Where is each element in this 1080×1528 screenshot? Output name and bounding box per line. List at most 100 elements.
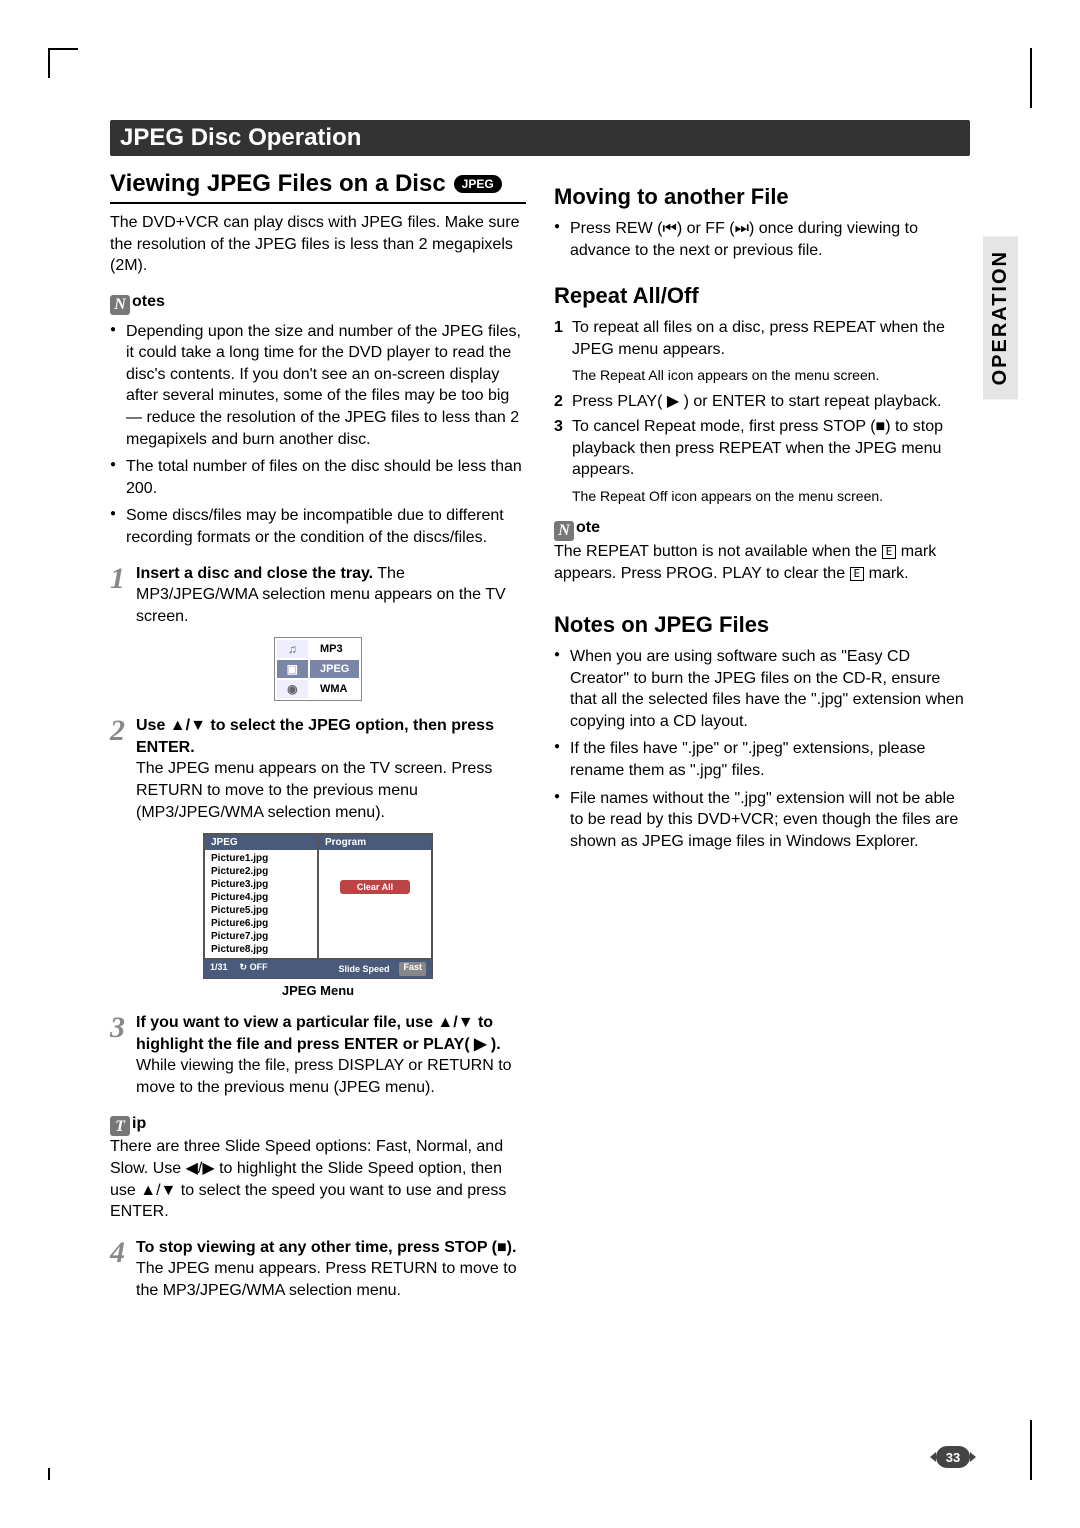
list-item: 1 To repeat all files on a disc, press RE… bbox=[554, 317, 970, 360]
list-item: Picture1.jpg bbox=[209, 852, 313, 865]
note-label: ote bbox=[576, 519, 600, 536]
list-item: Picture3.jpg bbox=[209, 878, 313, 891]
selection-item: JPEG bbox=[310, 660, 359, 678]
selection-menu-row: ◉WMA bbox=[277, 680, 360, 698]
step-4: 4 To stop viewing at any other time, pre… bbox=[110, 1237, 526, 1302]
list-item: Press REW (⏮) or FF (⏭) once during view… bbox=[554, 218, 970, 261]
heading-repeat: Repeat All/Off bbox=[554, 283, 970, 309]
jpeg-menu-left-pane: JPEG Picture1.jpg Picture2.jpg Picture3.… bbox=[204, 834, 318, 959]
crop-mark bbox=[1030, 48, 1032, 108]
page-number-badge: 33 bbox=[936, 1446, 970, 1468]
moving-list: Press REW (⏮) or FF (⏭) once during view… bbox=[554, 218, 970, 261]
selection-item: MP3 bbox=[310, 640, 359, 658]
slide-speed-label: Slide Speed bbox=[332, 962, 395, 976]
step-2: 2 Use ▲/▼ to select the JPEG option, the… bbox=[110, 715, 526, 823]
selection-item: WMA bbox=[310, 680, 359, 698]
list-item: Picture6.jpg bbox=[209, 917, 313, 930]
list-item: Picture4.jpg bbox=[209, 891, 313, 904]
item-number: 3 bbox=[554, 416, 563, 438]
image-icon: ▣ bbox=[277, 660, 308, 678]
heading-moving-file: Moving to another File bbox=[554, 184, 970, 210]
repeat-steps: 1 To repeat all files on a disc, press RE… bbox=[554, 317, 970, 360]
step-3: 3 If you want to view a particular file,… bbox=[110, 1012, 526, 1098]
right-column: Moving to another File Press REW (⏮) or … bbox=[554, 170, 970, 1302]
list-item: Picture5.jpg bbox=[209, 904, 313, 917]
left-column: Viewing JPEG Files on a Disc JPEG The DV… bbox=[110, 170, 526, 1302]
subheading-viewing: Viewing JPEG Files on a Disc JPEG bbox=[110, 170, 526, 204]
crop-mark bbox=[48, 1468, 50, 1480]
item-number: 2 bbox=[554, 391, 563, 413]
section-title: JPEG Disc Operation bbox=[110, 120, 970, 156]
tip-label: ip bbox=[132, 1115, 146, 1132]
step-body-text2: While viewing the file, press DISPLAY or… bbox=[136, 1057, 512, 1096]
jpeg-menu-status-bar: 1/31 ↻ OFF Slide Speed Fast bbox=[204, 959, 432, 978]
repeat-state: ↻ OFF bbox=[234, 960, 274, 978]
jpeg-menu-right-title: Program bbox=[319, 835, 431, 850]
heading-notes-jpeg: Notes on JPEG Files bbox=[554, 612, 970, 638]
notes-list: Depending upon the size and number of th… bbox=[110, 321, 526, 549]
jpeg-file-list: Picture1.jpg Picture2.jpg Picture3.jpg P… bbox=[205, 850, 317, 958]
item-text: Press PLAY( ▶ ) or ENTER to start repeat… bbox=[572, 393, 941, 410]
list-item: 3 To cancel Repeat mode, first press STOP… bbox=[554, 416, 970, 481]
note-icon: N bbox=[110, 295, 130, 315]
step-lead: Use ▲/▼ to select the JPEG option, then … bbox=[136, 717, 494, 756]
note-icon: N bbox=[554, 521, 574, 541]
step-body-text: The JPEG menu appears on the TV screen. … bbox=[136, 760, 492, 820]
list-item: Picture2.jpg bbox=[209, 865, 313, 878]
repeat-sub-3: The Repeat Off icon appears on the menu … bbox=[572, 487, 970, 505]
list-item: If the files have ".jpe" or ".jpeg" exte… bbox=[554, 738, 970, 781]
item-text: To repeat all files on a disc, press REP… bbox=[572, 319, 945, 358]
audio-icon: ◉ bbox=[277, 680, 308, 698]
subheading-text: Viewing JPEG Files on a Disc bbox=[110, 170, 446, 198]
list-item: Picture8.jpg bbox=[209, 943, 313, 956]
clear-all-button: Clear All bbox=[340, 880, 410, 894]
jpeg-menu-left-title: JPEG bbox=[205, 835, 317, 850]
step-1: 1 Insert a disc and close the tray. The … bbox=[110, 563, 526, 628]
jpeg-menu-right-pane: Program Clear All bbox=[318, 834, 432, 959]
step-number: 3 bbox=[110, 1008, 125, 1049]
e-mark-icon: E bbox=[850, 567, 865, 581]
selection-menu-row-selected: ▣JPEG bbox=[277, 660, 360, 678]
crop-mark bbox=[1030, 1420, 1032, 1480]
step-lead: To stop viewing at any other time, press… bbox=[136, 1239, 516, 1256]
slide-speed-value: Fast bbox=[399, 962, 426, 976]
manual-page: OPERATION JPEG Disc Operation Viewing JP… bbox=[0, 0, 1080, 1528]
repeat-steps-cont: 2 Press PLAY( ▶ ) or ENTER to start repea… bbox=[554, 391, 970, 481]
repeat-sub-1: The Repeat All icon appears on the menu … bbox=[572, 366, 970, 384]
list-item: Depending upon the size and number of th… bbox=[110, 321, 526, 451]
repeat-note: The REPEAT button is not available when … bbox=[554, 541, 970, 584]
notes-label-row: Notes bbox=[110, 291, 526, 315]
step-lead: Insert a disc and close the tray. bbox=[136, 565, 373, 582]
selection-menu-figure: ♫MP3 ▣JPEG ◉WMA bbox=[110, 637, 526, 701]
jpeg-menu: JPEG Picture1.jpg Picture2.jpg Picture3.… bbox=[203, 833, 433, 979]
step-number: 2 bbox=[110, 711, 125, 752]
jpeg-menu-figure: JPEG Picture1.jpg Picture2.jpg Picture3.… bbox=[110, 833, 526, 998]
file-counter: 1/31 bbox=[204, 960, 234, 978]
item-text: To cancel Repeat mode, first press STOP … bbox=[572, 418, 943, 478]
list-item: Some discs/files may be incompatible due… bbox=[110, 505, 526, 548]
section-tab: OPERATION bbox=[983, 236, 1018, 399]
list-item: When you are using software such as "Eas… bbox=[554, 646, 970, 732]
intro-paragraph: The DVD+VCR can play discs with JPEG fil… bbox=[110, 212, 526, 277]
step-number: 4 bbox=[110, 1233, 125, 1274]
item-number: 1 bbox=[554, 317, 563, 339]
list-item: 2 Press PLAY( ▶ ) or ENTER to start repea… bbox=[554, 391, 970, 413]
selection-menu-row: ♫MP3 bbox=[277, 640, 360, 658]
jpeg-badge: JPEG bbox=[454, 175, 502, 193]
list-item: File names without the ".jpg" extension … bbox=[554, 788, 970, 853]
step-lead: If you want to view a particular file, u… bbox=[136, 1014, 501, 1053]
music-icon: ♫ bbox=[277, 640, 308, 658]
content-columns: Viewing JPEG Files on a Disc JPEG The DV… bbox=[110, 170, 970, 1302]
crop-mark bbox=[48, 48, 78, 78]
e-mark-icon: E bbox=[882, 545, 897, 559]
tip-label-row: Tip bbox=[110, 1113, 526, 1137]
page-number: 33 bbox=[936, 1446, 970, 1468]
list-item: Picture7.jpg bbox=[209, 930, 313, 943]
jpeg-menu-caption: JPEG Menu bbox=[282, 983, 354, 998]
step-body-text: The JPEG menu appears. Press RETURN to m… bbox=[136, 1260, 517, 1299]
note-label-row: Note bbox=[554, 517, 970, 541]
note-part1: The REPEAT button is not available when … bbox=[554, 543, 882, 560]
notes-jpeg-list: When you are using software such as "Eas… bbox=[554, 646, 970, 852]
notes-label: otes bbox=[132, 293, 165, 310]
tip-text: There are three Slide Speed options: Fas… bbox=[110, 1136, 526, 1222]
